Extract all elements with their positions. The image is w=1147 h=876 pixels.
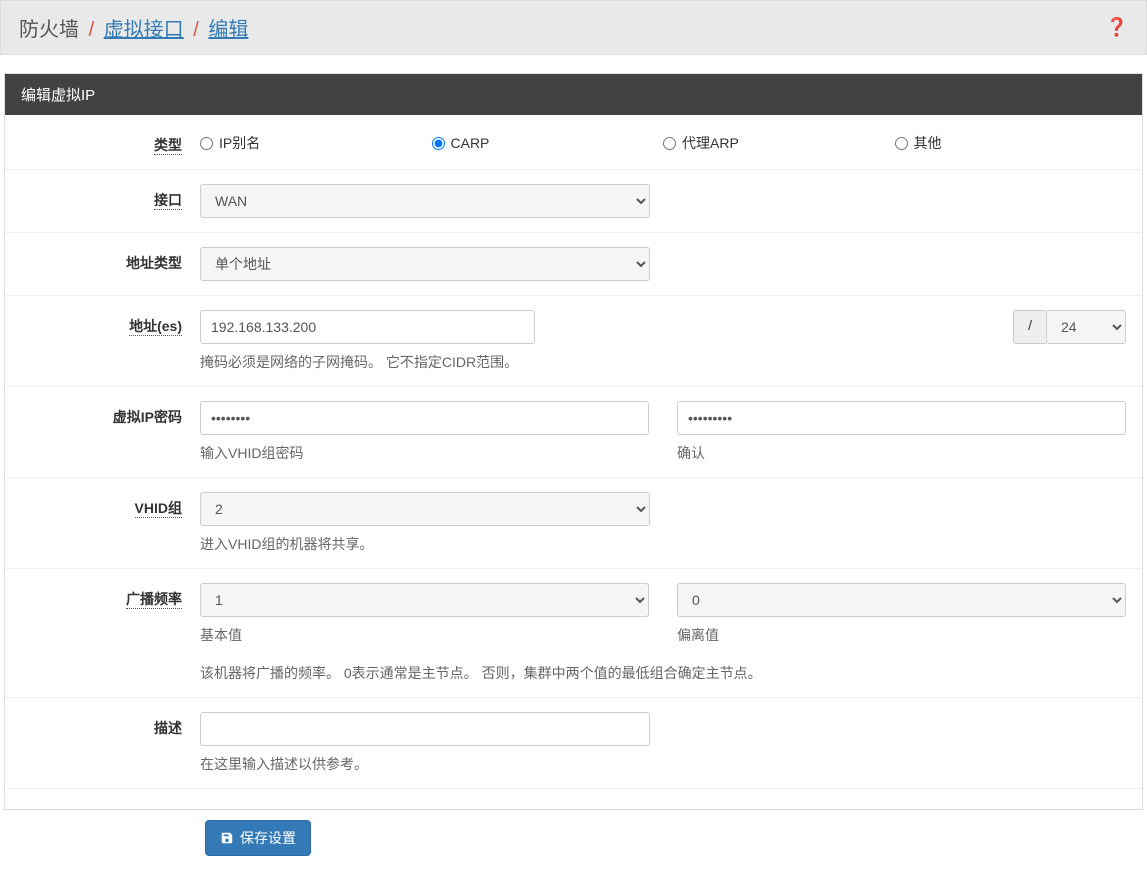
help-icon[interactable]: ❓ (1106, 17, 1128, 38)
form-actions: 保存设置 (0, 810, 1147, 876)
save-button[interactable]: 保存设置 (205, 820, 311, 856)
address-type-select[interactable]: 单个地址 (200, 247, 650, 281)
radio-proxyarp[interactable]: 代理ARP (663, 133, 895, 153)
radio-carp[interactable]: CARP (432, 133, 664, 153)
row-description: 描述 在这里输入描述以供参考。 (5, 698, 1142, 789)
page-header: 防火墙 / 虚拟接口 / 编辑 ❓ (0, 0, 1147, 55)
address-input[interactable] (200, 310, 535, 344)
vhid-select[interactable]: 2 (200, 492, 650, 526)
row-vhid: VHID组 2 进入VHID组的机器将共享。 (5, 478, 1142, 569)
cidr-group: / 24 (1013, 310, 1126, 344)
breadcrumb-root: 防火墙 (19, 19, 79, 41)
row-spacer (5, 789, 1142, 809)
row-vip-password: 虚拟IP密码 输入VHID组密码 确认 (5, 387, 1142, 478)
edit-virtual-ip-panel: 编辑虚拟IP 类型 IP别名 CARP 代理ARP 其他 接口 WAN (4, 73, 1143, 810)
description-help: 在这里输入描述以供参考。 (200, 754, 1126, 774)
row-frequency: 广播频率 1 基本值 0 偏离值 该机 (5, 569, 1142, 698)
frequency-base-help: 基本值 (200, 625, 649, 645)
radio-ipalias[interactable]: IP别名 (200, 133, 432, 153)
vip-password-help: 输入VHID组密码 (200, 443, 649, 463)
label-vhid: VHID组 (135, 500, 182, 518)
frequency-description: 该机器将广播的频率。 0表示通常是主节点。 否则，集群中两个值的最低组合确定主节… (200, 663, 1126, 683)
cidr-slash: / (1013, 310, 1046, 344)
frequency-skew-help: 偏离值 (677, 625, 1126, 645)
row-type: 类型 IP别名 CARP 代理ARP 其他 (5, 115, 1142, 170)
row-interface: 接口 WAN (5, 170, 1142, 233)
row-address: 地址(es) / 24 掩码必须是网络的子网掩码。 它不指定CIDR范围。 (5, 296, 1142, 387)
vip-password-confirm-input[interactable] (677, 401, 1126, 435)
radio-other[interactable]: 其他 (895, 133, 1127, 153)
label-frequency: 广播频率 (126, 591, 182, 609)
vhid-help: 进入VHID组的机器将共享。 (200, 534, 1126, 554)
vip-password-confirm-help: 确认 (677, 443, 1126, 463)
description-input[interactable] (200, 712, 650, 746)
label-address: 地址(es) (129, 318, 182, 336)
address-help: 掩码必须是网络的子网掩码。 它不指定CIDR范围。 (200, 352, 1126, 372)
row-address-type: 地址类型 单个地址 (5, 233, 1142, 296)
vip-password-input[interactable] (200, 401, 649, 435)
breadcrumb-edit[interactable]: 编辑 (208, 19, 248, 41)
frequency-base-select[interactable]: 1 (200, 583, 649, 617)
breadcrumb-virtual-interface[interactable]: 虚拟接口 (104, 19, 184, 41)
label-vip-password: 虚拟IP密码 (113, 409, 182, 425)
label-type: 类型 (154, 137, 182, 155)
label-address-type: 地址类型 (126, 255, 182, 271)
frequency-skew-select[interactable]: 0 (677, 583, 1126, 617)
save-icon (220, 831, 234, 845)
save-button-label: 保存设置 (240, 828, 296, 848)
interface-select[interactable]: WAN (200, 184, 650, 218)
breadcrumb-separator: / (193, 19, 199, 41)
cidr-select[interactable]: 24 (1046, 310, 1126, 344)
breadcrumb-separator: / (89, 19, 95, 41)
breadcrumb: 防火墙 / 虚拟接口 / 编辑 (19, 13, 248, 42)
type-radio-group: IP别名 CARP 代理ARP 其他 (200, 129, 1126, 153)
label-description: 描述 (154, 720, 182, 736)
panel-title: 编辑虚拟IP (5, 74, 1142, 115)
label-interface: 接口 (154, 192, 182, 210)
